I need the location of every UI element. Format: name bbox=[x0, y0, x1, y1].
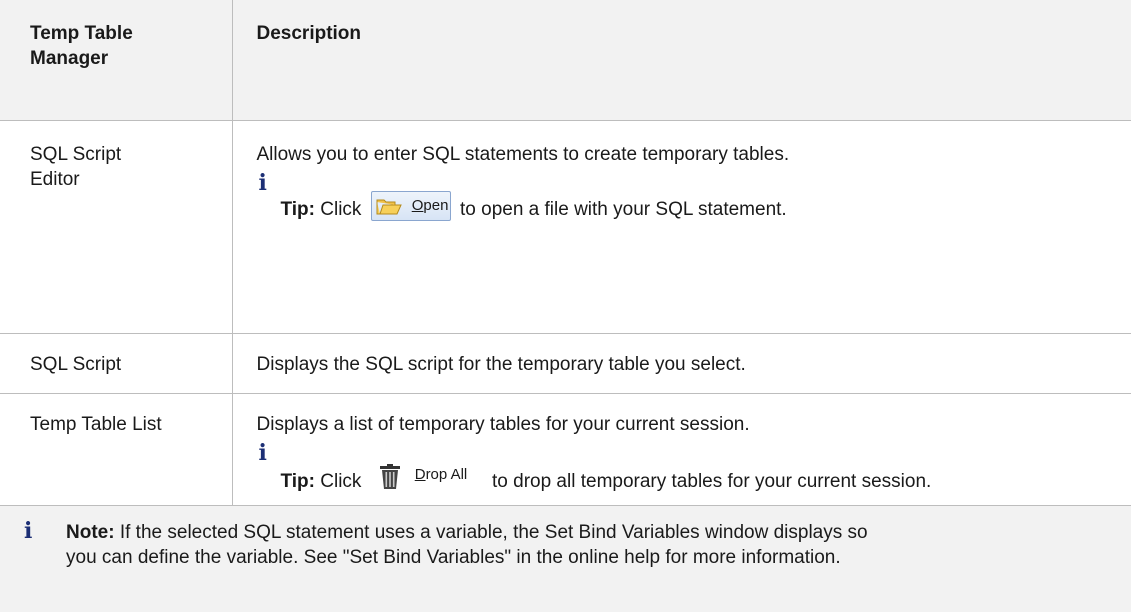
info-icon: i bbox=[258, 169, 267, 196]
note-row: i Note: If the selected SQL statement us… bbox=[0, 504, 1131, 612]
drop-all-button-label: Drop All bbox=[414, 465, 468, 483]
row-description: Displays a list of temporary tables for … bbox=[231, 392, 1131, 506]
tip-before: Click bbox=[320, 198, 362, 220]
note-cell: i Note: If the selected SQL statement us… bbox=[0, 504, 1131, 612]
header-description: Description bbox=[231, 0, 1131, 121]
note: i Note: If the selected SQL statement us… bbox=[24, 518, 1121, 570]
trash-icon bbox=[379, 463, 400, 489]
note-label: Note: bbox=[66, 521, 115, 543]
tip-text: Tip: Click Open to open a file with your… bbox=[280, 190, 787, 222]
note-line-2: you can define the variable. See "Set Bi… bbox=[66, 546, 841, 568]
header-line-1: Temp Table bbox=[30, 23, 133, 44]
table-row: SQL Script Displays the SQL script for t… bbox=[0, 332, 1131, 394]
drop-all-button[interactable]: Drop All bbox=[371, 461, 483, 493]
row-name-sql-script-editor: SQL Script Editor bbox=[0, 119, 233, 334]
temp-table-manager-table: Temp Table Manager Description SQL Scrip… bbox=[0, 0, 1131, 612]
info-icon: i bbox=[258, 439, 267, 466]
table-row: Temp Table List Displays a list of tempo… bbox=[0, 392, 1131, 506]
table-header-row: Temp Table Manager Description bbox=[0, 0, 1131, 121]
tip-label: Tip: bbox=[280, 198, 315, 220]
note-line-1: If the selected SQL statement uses a var… bbox=[119, 521, 868, 543]
open-button-label: Open bbox=[411, 196, 449, 214]
row-description: Displays the SQL script for the temporar… bbox=[231, 332, 1131, 394]
description-text: Allows you to enter SQL statements to cr… bbox=[256, 143, 790, 165]
row-name-line-1: SQL Script bbox=[30, 143, 122, 165]
row-name-temp-table-list: Temp Table List bbox=[0, 392, 233, 506]
tip-after: to drop all temporary tables for your cu… bbox=[492, 470, 932, 492]
row-description: Allows you to enter SQL statements to cr… bbox=[231, 119, 1131, 334]
tip-text: Tip: Click Drop All to drop all temporar… bbox=[280, 461, 932, 494]
info-icon: i bbox=[24, 517, 33, 544]
folder-open-icon bbox=[376, 199, 402, 214]
tip: i Tip: Click Drop All to drop all tempor… bbox=[257, 439, 1122, 492]
tip: i Tip: Click Open to open a file with yo… bbox=[257, 169, 1122, 222]
tip-before: Click bbox=[320, 470, 362, 492]
header-line-2: Manager bbox=[30, 48, 109, 69]
description-text: Displays a list of temporary tables for … bbox=[256, 413, 750, 435]
tip-label: Tip: bbox=[280, 470, 315, 492]
open-button[interactable]: Open bbox=[370, 190, 451, 221]
tip-after: to open a file with your SQL statement. bbox=[460, 198, 787, 220]
row-name-line-2: Editor bbox=[30, 168, 80, 190]
header-temp-table-manager: Temp Table Manager bbox=[0, 0, 233, 121]
table-row: SQL Script Editor Allows you to enter SQ… bbox=[0, 119, 1131, 334]
row-name-sql-script: SQL Script bbox=[0, 332, 233, 394]
